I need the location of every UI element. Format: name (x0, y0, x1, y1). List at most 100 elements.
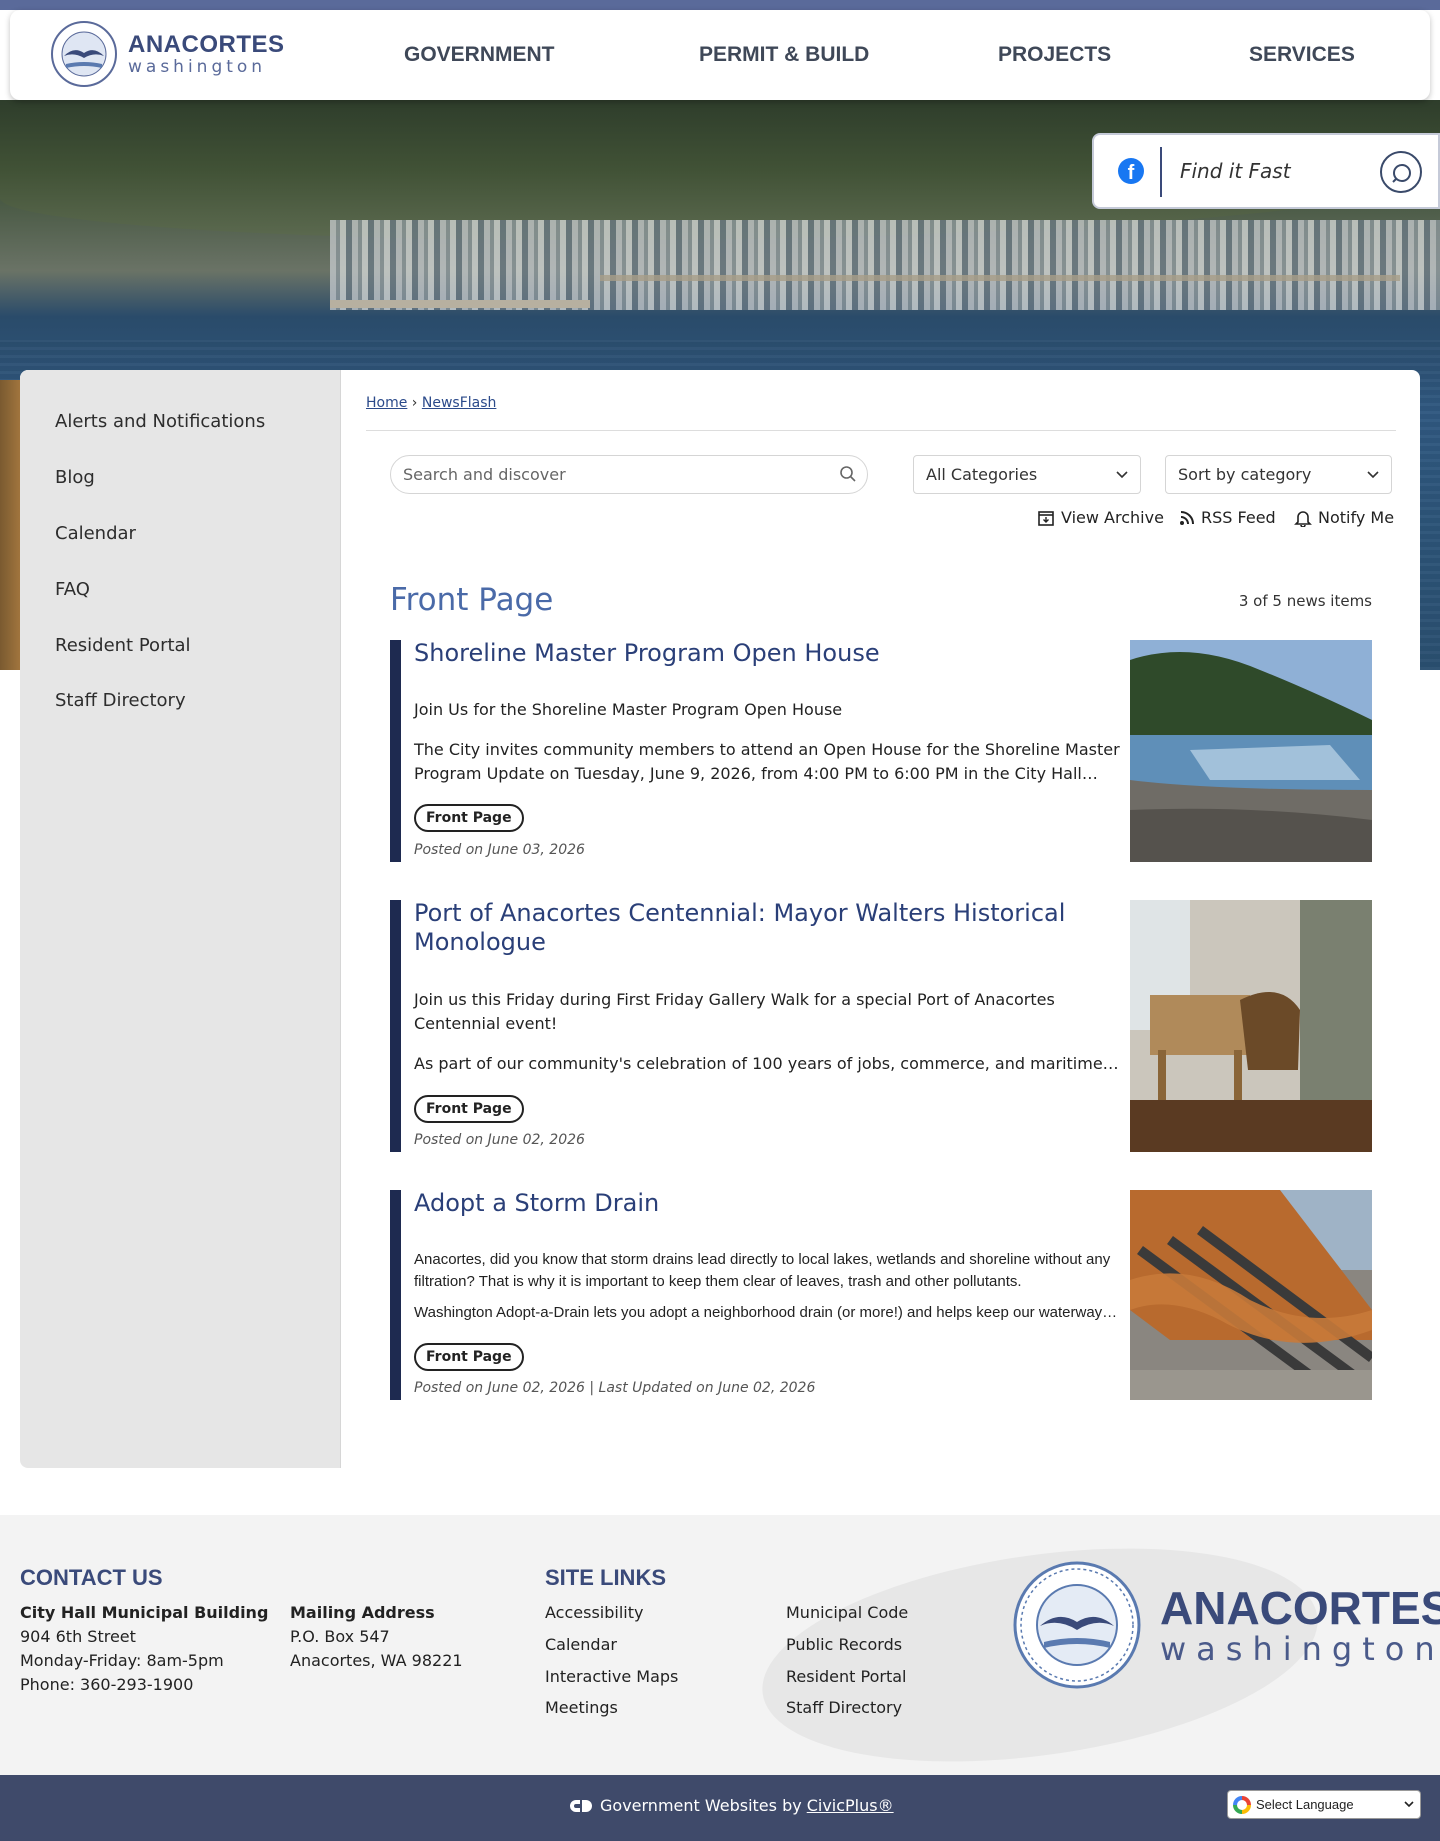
civicplus-credit: Government Websites by CivicPlus® (566, 1796, 894, 1815)
site-footer: CONTACT US City Hall Municipal Building … (0, 1515, 1440, 1775)
breadcrumb-separator: › (411, 395, 418, 411)
news-item: Adopt a Storm Drain Anacortes, did you k… (390, 1189, 1372, 1400)
footer-logo-text[interactable]: ANACORTES washington (1160, 1585, 1440, 1665)
sort-select[interactable]: Sort by category (1165, 455, 1392, 494)
nav-services[interactable]: SERVICES (1249, 43, 1355, 67)
news-title[interactable]: Port of Anacortes Centennial: Mayor Walt… (414, 899, 1114, 957)
mailing-city: Anacortes, WA 98221 (290, 1651, 463, 1670)
footer-link-public-records[interactable]: Public Records (786, 1635, 902, 1654)
site-links-heading: SITE LINKS (545, 1565, 667, 1590)
city-hall-name: City Hall Municipal Building (20, 1603, 269, 1622)
chevron-down-icon (1404, 1801, 1414, 1808)
search-icon (1392, 164, 1411, 183)
news-count: 3 of 5 news items (1238, 592, 1372, 610)
footer-link-accessibility[interactable]: Accessibility (545, 1603, 643, 1622)
rss-feed-label: RSS Feed (1201, 508, 1276, 527)
sort-select-value: Sort by category (1178, 465, 1312, 484)
bottom-bar: Government Websites by CivicPlus® Select… (0, 1775, 1440, 1841)
footer-logo-main: ANACORTES (1160, 1582, 1440, 1634)
notify-me-label: Notify Me (1318, 508, 1395, 527)
civicplus-icon (570, 1799, 592, 1812)
news-summary: Join Us for the Shoreline Master Program… (414, 700, 843, 719)
news-item: Port of Anacortes Centennial: Mayor Walt… (390, 899, 1372, 1152)
category-select-value: All Categories (926, 465, 1038, 484)
city-hall-street: 904 6th Street (20, 1627, 136, 1646)
chevron-down-icon (1367, 471, 1379, 479)
footer-link-municipal-code[interactable]: Municipal Code (786, 1603, 908, 1622)
section-title: Front Page (390, 582, 554, 618)
find-search-button[interactable] (1380, 151, 1422, 193)
news-title[interactable]: Shoreline Master Program Open House (414, 639, 1114, 668)
footer-city-seal-icon[interactable] (1012, 1560, 1142, 1690)
find-it-fast-input[interactable]: Find it Fast (1180, 159, 1291, 183)
footer-link-meetings[interactable]: Meetings (545, 1698, 618, 1717)
search-icon (840, 466, 856, 482)
contact-heading: CONTACT US (20, 1565, 163, 1590)
breadcrumb: Home › NewsFlash (366, 395, 496, 411)
notify-me-link[interactable]: Notify Me (1294, 508, 1394, 527)
civicplus-text: Government Websites by (600, 1796, 802, 1815)
city-seal-icon (51, 21, 117, 87)
sidebar-item-calendar[interactable]: Calendar (55, 523, 136, 544)
news-tag[interactable]: Front Page (414, 804, 524, 832)
news-summary: Join us this Friday during First Friday … (414, 990, 1055, 1033)
news-tag[interactable]: Front Page (414, 1343, 524, 1371)
search-placeholder: Search and discover (403, 465, 566, 484)
news-accent-bar (390, 1190, 401, 1400)
main-panel: Alerts and Notifications Blog Calendar F… (20, 370, 1420, 1468)
news-summary: Anacortes, did you know that storm drain… (414, 1251, 1111, 1290)
news-summary: The City invites community members to at… (414, 740, 1120, 783)
civicplus-link[interactable]: CivicPlus® (807, 1796, 894, 1815)
news-accent-bar (390, 640, 401, 862)
nav-projects[interactable]: PROJECTS (998, 43, 1111, 67)
top-strip (0, 0, 1440, 10)
news-search-input[interactable]: Search and discover (390, 455, 868, 494)
footer-link-resident-portal[interactable]: Resident Portal (786, 1667, 907, 1686)
news-accent-bar (390, 900, 401, 1152)
archive-icon (1038, 510, 1054, 526)
sidebar-item-alerts[interactable]: Alerts and Notifications (55, 411, 265, 432)
news-image-storm-drain[interactable] (1130, 1190, 1372, 1400)
language-select[interactable]: Select Language (1227, 1790, 1421, 1819)
logo-sub-text: washington (128, 56, 267, 77)
bell-icon (1294, 510, 1312, 527)
sidebar-item-faq[interactable]: FAQ (55, 579, 90, 600)
breadcrumb-divider (366, 430, 1396, 431)
sidebar-item-resident-portal[interactable]: Resident Portal (55, 635, 191, 656)
mailing-po-box: P.O. Box 547 (290, 1627, 390, 1646)
mailing-heading: Mailing Address (290, 1603, 435, 1622)
footer-link-interactive-maps[interactable]: Interactive Maps (545, 1667, 678, 1686)
facebook-icon[interactable]: f (1118, 158, 1144, 184)
view-archive-link[interactable]: View Archive (1037, 508, 1164, 527)
footer-link-calendar[interactable]: Calendar (545, 1635, 617, 1654)
nav-permit-build[interactable]: PERMIT & BUILD (699, 43, 869, 67)
news-item: Shoreline Master Program Open House Join… (390, 639, 1372, 862)
chevron-down-icon (1116, 471, 1128, 479)
city-hall-phone[interactable]: Phone: 360-293-1900 (20, 1675, 193, 1694)
news-tag[interactable]: Front Page (414, 1095, 524, 1123)
news-title[interactable]: Adopt a Storm Drain (414, 1189, 1114, 1218)
rss-feed-link[interactable]: RSS Feed (1179, 508, 1276, 527)
sidebar: Alerts and Notifications Blog Calendar F… (20, 370, 341, 1468)
news-image-shoreline[interactable] (1130, 640, 1372, 862)
news-content: Home › NewsFlash Search and discover All… (341, 370, 1420, 1468)
footer-logo-sub: washington (1160, 1630, 1440, 1668)
nav-government[interactable]: GOVERNMENT (404, 43, 555, 67)
find-divider (1160, 147, 1162, 197)
google-icon (1233, 1796, 1251, 1814)
sidebar-item-blog[interactable]: Blog (55, 467, 95, 488)
footer-link-staff-directory[interactable]: Staff Directory (786, 1698, 902, 1717)
news-image-centennial[interactable] (1130, 900, 1372, 1152)
find-it-fast-box: f Find it Fast (1092, 133, 1440, 209)
category-select[interactable]: All Categories (913, 455, 1141, 494)
news-date: Posted on June 02, 2026 | Last Updated o… (414, 1380, 816, 1396)
news-summary: Washington Adopt-a-Drain lets you adopt … (414, 1304, 1118, 1321)
breadcrumb-home[interactable]: Home (366, 395, 407, 411)
news-date: Posted on June 03, 2026 (414, 842, 585, 858)
logo-main-text: ANACORTES (128, 30, 285, 58)
site-logo[interactable]: ANACORTES washington (50, 20, 285, 88)
language-select-value: Select Language (1256, 1797, 1354, 1812)
breadcrumb-newsflash[interactable]: NewsFlash (422, 395, 497, 411)
sidebar-item-staff-directory[interactable]: Staff Directory (55, 690, 186, 711)
rss-icon (1180, 510, 1194, 525)
